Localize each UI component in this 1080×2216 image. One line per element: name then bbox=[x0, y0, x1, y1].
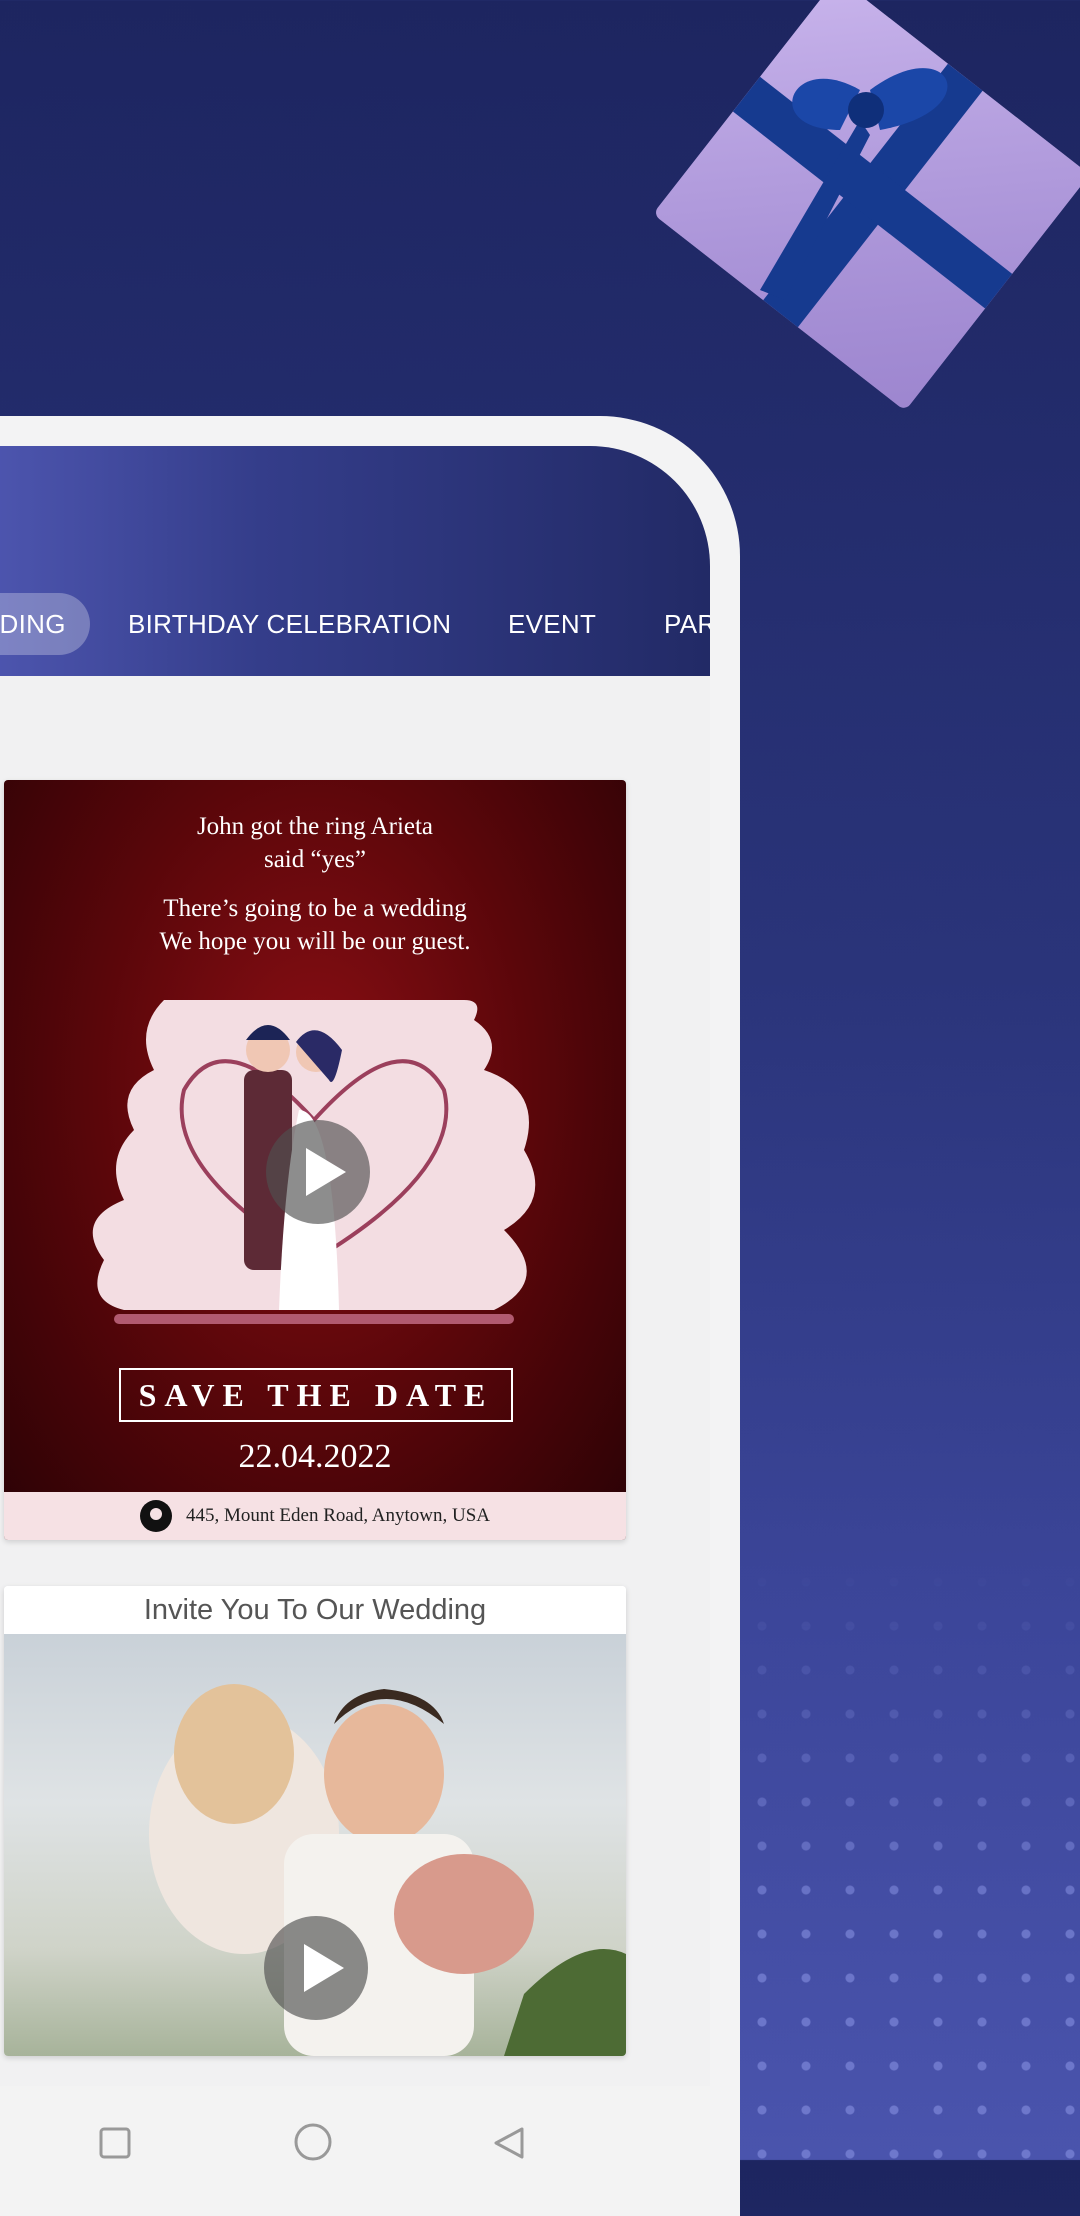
location-pin-icon bbox=[140, 1500, 172, 1532]
tab-party[interactable]: PARTY bbox=[664, 593, 710, 655]
tab-birthday-celebration[interactable]: BIRTHDAY CELEBRATION bbox=[128, 593, 451, 655]
square-icon[interactable] bbox=[98, 2126, 132, 2160]
play-button[interactable] bbox=[264, 1916, 368, 2020]
address-text: 445, Mount Eden Road, Anytown, USA bbox=[186, 1505, 490, 1526]
save-the-date-label: SAVE THE DATE bbox=[119, 1368, 513, 1422]
invitation-card-photo[interactable]: Invite You To Our Wedding bbox=[4, 1586, 626, 2056]
event-date: 22.04.2022 bbox=[238, 1438, 392, 1475]
app-screen: WEDDING BIRTHDAY CELEBRATION EVENT PARTY… bbox=[0, 446, 710, 2216]
tab-wedding[interactable]: WEDDING bbox=[0, 593, 90, 655]
invitation-card-wedding[interactable]: John got the ring Arieta said “yes” Ther… bbox=[4, 780, 626, 1540]
triangle-back-icon[interactable] bbox=[492, 2126, 526, 2160]
phone-frame: WEDDING BIRTHDAY CELEBRATION EVENT PARTY… bbox=[0, 416, 740, 2216]
card-title: Invite You To Our Wedding bbox=[4, 1586, 626, 1634]
card-text-line2: There’s going to be a wedding We hope yo… bbox=[159, 895, 471, 955]
category-app-bar: WEDDING BIRTHDAY CELEBRATION EVENT PARTY bbox=[0, 446, 710, 676]
couple-photo bbox=[4, 1634, 626, 2056]
play-button[interactable] bbox=[266, 1120, 370, 1224]
gift-box-image bbox=[656, 0, 1080, 408]
card-text-line1: John got the ring Arieta said “yes” bbox=[196, 813, 434, 873]
circle-icon[interactable] bbox=[293, 2122, 333, 2162]
system-nav-bar bbox=[0, 2086, 710, 2216]
tab-event[interactable]: EVENT bbox=[508, 593, 596, 655]
dot-pattern bbox=[740, 1560, 1080, 2160]
address-bar: 445, Mount Eden Road, Anytown, USA bbox=[4, 1492, 626, 1540]
